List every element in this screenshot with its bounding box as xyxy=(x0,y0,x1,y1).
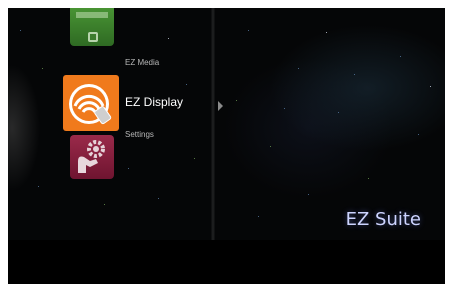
ez-suite-brand-title: EZ Suite xyxy=(345,209,421,230)
ez-media-icon xyxy=(70,8,114,46)
ez-media-label: EZ Media xyxy=(125,58,160,67)
ez-display-wifi-icon xyxy=(63,75,119,131)
chevron-right-icon xyxy=(218,101,223,111)
settings-gear-arm-icon xyxy=(70,135,114,179)
tv-screen: EZ Media EZ Display Settings EZ Suite xyxy=(8,8,445,284)
ez-display-label: EZ Display xyxy=(125,95,184,109)
panel-divider xyxy=(211,8,215,240)
bottom-band xyxy=(8,240,445,284)
settings-label: Settings xyxy=(125,130,154,139)
